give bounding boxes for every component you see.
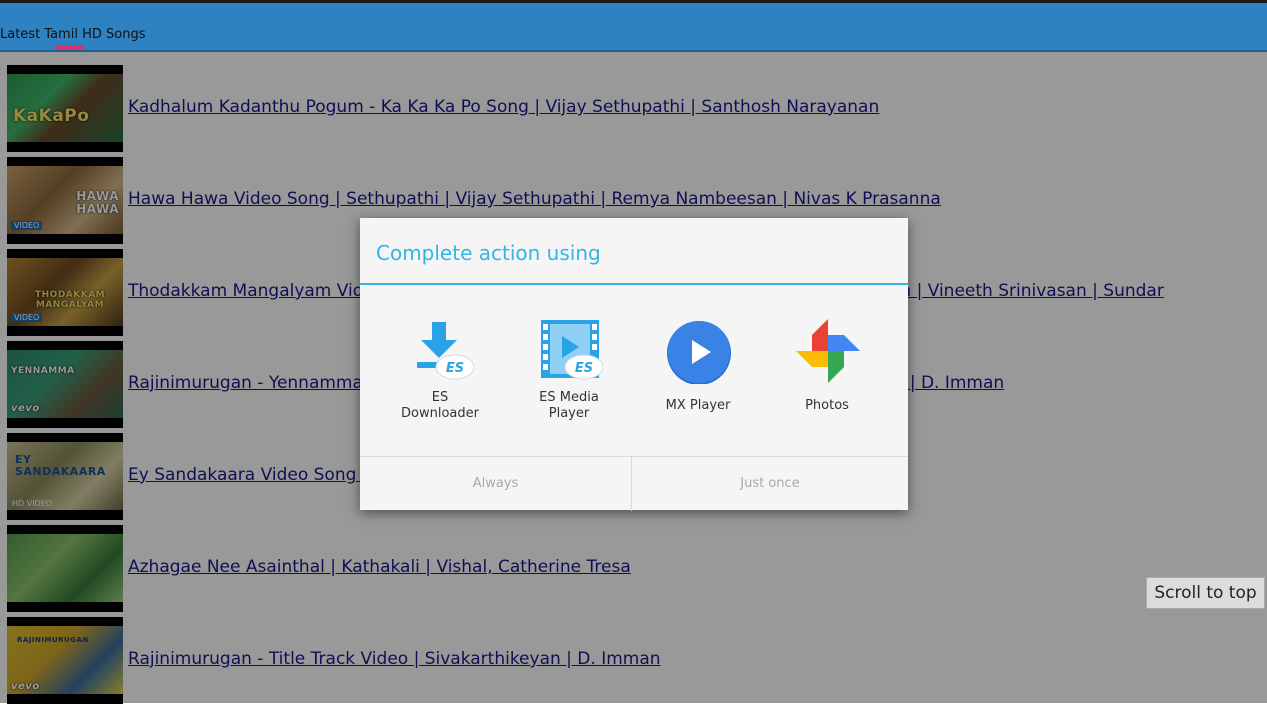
option-es-downloader[interactable]: ES ES Downloader bbox=[380, 318, 500, 428]
option-photos[interactable]: Photos bbox=[767, 318, 887, 428]
svg-text:ES: ES bbox=[575, 361, 593, 376]
dialog-title: Complete action using bbox=[376, 241, 601, 265]
dialog-button-bar: Always Just once bbox=[360, 456, 908, 511]
option-mx-player[interactable]: MX Player bbox=[638, 318, 758, 428]
just-once-button[interactable]: Just once bbox=[632, 457, 908, 511]
svg-text:ES: ES bbox=[446, 361, 464, 376]
option-es-media-player[interactable]: ES ES Media Player bbox=[509, 318, 629, 428]
film-play-icon: ES bbox=[541, 320, 603, 380]
dialog-divider bbox=[360, 283, 908, 285]
app-header: Latest Tamil HD Songs bbox=[0, 3, 1267, 52]
pinwheel-icon bbox=[796, 319, 860, 383]
download-icon: ES bbox=[417, 322, 474, 380]
play-icon bbox=[667, 321, 731, 384]
tab-latest-tamil-hd-songs[interactable]: Latest Tamil HD Songs bbox=[0, 27, 145, 42]
scroll-to-top-button[interactable]: Scroll to top bbox=[1146, 577, 1265, 609]
complete-action-dialog: Complete action using ES ES Downloader E… bbox=[360, 218, 908, 511]
tab-indicator bbox=[55, 45, 83, 50]
always-button[interactable]: Always bbox=[360, 457, 631, 511]
